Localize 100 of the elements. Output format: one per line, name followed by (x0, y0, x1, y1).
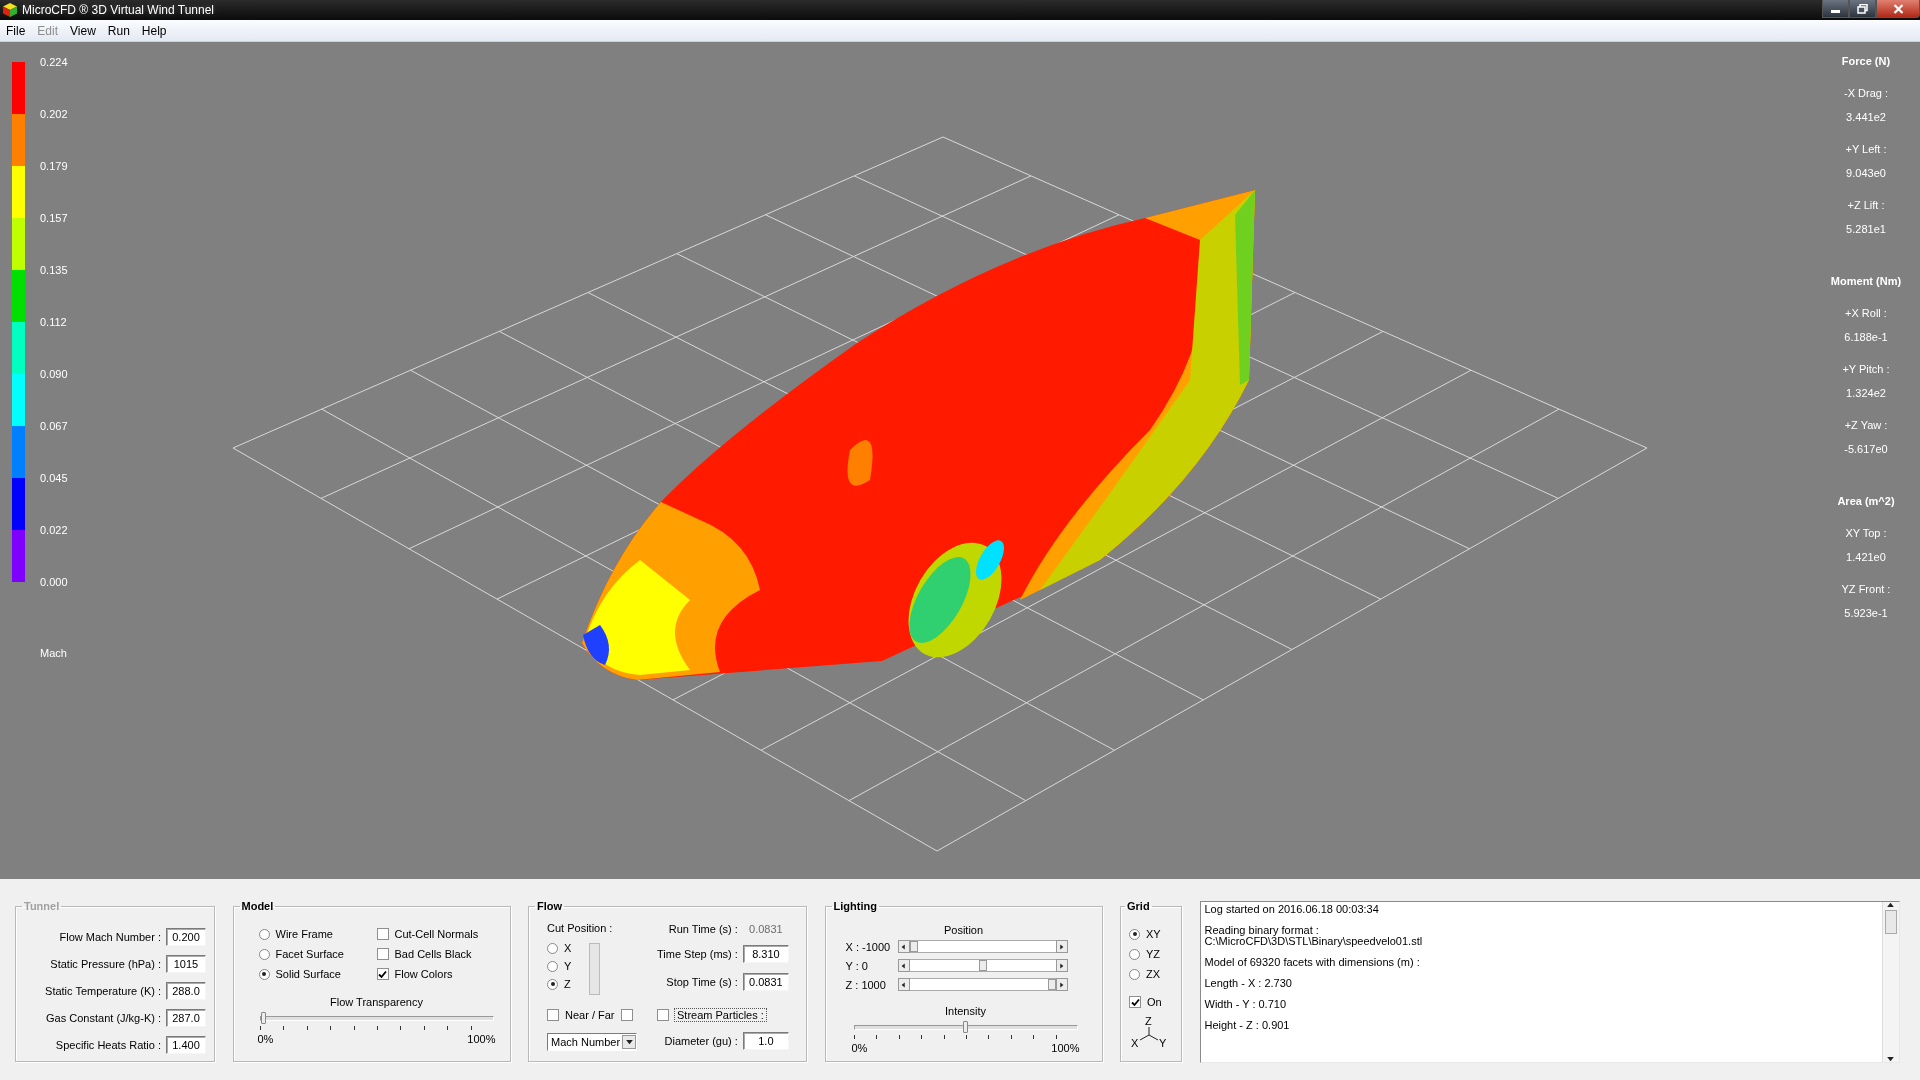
left-arrow-icon (901, 943, 906, 950)
right-arrow-icon (1059, 943, 1064, 950)
radio-indicator[interactable] (547, 942, 558, 954)
field-value: 0.0831 (748, 923, 784, 936)
result-label: +X Roll : (1845, 306, 1887, 320)
scrollbar-thumb[interactable] (1884, 910, 1897, 934)
scale-unit: Mach (40, 647, 68, 659)
radio-option[interactable]: Z (547, 976, 572, 992)
left-arrow-icon (901, 962, 906, 969)
menu-item[interactable]: View (64, 23, 102, 38)
scale-value: 0.157 (40, 211, 68, 225)
checkbox-indicator[interactable] (547, 1009, 559, 1021)
field-label: Specific Heats Ratio : (54, 1039, 161, 1051)
left-arrow-icon (901, 981, 906, 988)
checkbox-indicator[interactable] (376, 948, 389, 960)
minimize-icon (1831, 9, 1840, 13)
result-label: +Z Lift : (1847, 198, 1885, 212)
result-title: Moment (Nm) (1830, 275, 1902, 287)
radio-option[interactable]: Y (547, 958, 572, 974)
slider-min-label: 0% (257, 1033, 274, 1045)
checkbox-option[interactable]: Cut-Cell Normals (376, 926, 502, 942)
scrollbar-thumb[interactable] (909, 941, 918, 952)
result-value: 1.421e0 (1846, 550, 1886, 564)
radio-option[interactable]: X (547, 940, 572, 956)
checkbox-option[interactable]: Bad Cells Black (376, 946, 502, 962)
input-field[interactable]: 0.0831 (742, 973, 789, 992)
slider-label: Intensity (944, 1005, 987, 1017)
axis-label: Z (1145, 1016, 1152, 1027)
scale-value: 0.135 (40, 263, 68, 277)
checkbox-indicator[interactable] (376, 928, 389, 940)
result-label: -X Drag : (1844, 86, 1888, 100)
radio-indicator[interactable] (1129, 948, 1140, 960)
radio-indicator[interactable] (258, 968, 270, 980)
scrollbar-thumb[interactable] (978, 960, 987, 971)
input-field[interactable]: 1.0 (742, 1031, 789, 1050)
cut-scrollbar[interactable] (589, 943, 601, 995)
checkbox-indicator[interactable] (1129, 996, 1141, 1008)
result-title: Area (m^2) (1837, 495, 1895, 507)
scroll-left-button[interactable] (897, 978, 910, 991)
field-label: Static Pressure (hPa) : (49, 958, 161, 970)
input-field[interactable]: 8.310 (742, 945, 789, 964)
checkbox-indicator[interactable] (376, 968, 389, 980)
checkbox-option[interactable]: Near / Far (547, 1007, 615, 1023)
restore-button[interactable] (1849, 0, 1876, 18)
radio-option[interactable]: ZX (1129, 966, 1175, 982)
checkbox-label[interactable]: Stream Particles : (674, 1007, 767, 1022)
result-value: 6.188e-1 (1844, 330, 1888, 344)
radio-indicator[interactable] (1129, 968, 1140, 980)
scale-value: 0.112 (40, 315, 68, 329)
scroll-left-button[interactable] (897, 940, 910, 953)
field-label: Y : 0 (844, 959, 869, 972)
right-arrow-icon (1059, 962, 1064, 969)
scrollbar-thumb[interactable] (1047, 979, 1056, 990)
right-arrow-icon (1059, 981, 1064, 988)
field-label: X : -1000 (844, 940, 892, 953)
result-label: YZ Front : (1841, 582, 1891, 596)
group-title: Tunnel (23, 900, 61, 912)
axes-icon (1138, 1027, 1160, 1041)
menu-item[interactable]: File (0, 23, 32, 38)
radio-indicator[interactable] (547, 978, 558, 990)
log-scrollbar[interactable] (1881, 902, 1899, 1062)
quantity-dropdown[interactable]: Mach Number (547, 1033, 637, 1051)
scale-value: 0.045 (40, 471, 68, 485)
log-entry: Length - X : 2.730 (1204, 978, 1293, 989)
radio-indicator[interactable] (258, 948, 270, 960)
slider-thumb[interactable] (963, 1021, 968, 1033)
scroll-left-button[interactable] (897, 959, 910, 972)
scale-value: 0.090 (40, 367, 68, 381)
slider-max-label: 100% (467, 1033, 496, 1045)
radio-option[interactable]: XY (1129, 926, 1175, 942)
field-label: Gas Constant (J/kg-K) : (45, 1012, 161, 1024)
result-value: 5.923e-1 (1844, 606, 1888, 620)
radio-indicator[interactable] (258, 928, 270, 940)
slider-max-label: 100% (1051, 1042, 1080, 1054)
radio-indicator[interactable] (1129, 928, 1140, 940)
radio-option[interactable]: YZ (1129, 946, 1175, 962)
checkbox-option[interactable]: On (1129, 994, 1175, 1010)
group-title: Grid (1126, 900, 1151, 912)
checkbox-option[interactable]: Flow Colors (376, 966, 502, 982)
group-title: Model (240, 900, 275, 912)
group-title: Lighting (832, 900, 878, 912)
checkbox[interactable] (620, 1009, 633, 1021)
field-label: Run Time (s) : (667, 923, 738, 936)
field-label: Z : 1000 (844, 978, 887, 991)
slider-label: Flow Transparency (329, 996, 424, 1008)
checkbox[interactable] (657, 1008, 669, 1021)
field-label: Cut Position : (547, 922, 614, 934)
radio-option[interactable]: Facet Surface (258, 946, 377, 962)
radio-option[interactable]: Solid Surface (258, 966, 377, 982)
menu-item[interactable]: Help (135, 23, 173, 38)
down-arrow-icon (625, 1039, 633, 1045)
minimize-button[interactable] (1822, 0, 1849, 18)
3d-viewport[interactable] (0, 42, 1920, 879)
close-button[interactable] (1876, 0, 1920, 18)
result-label: XY Top : (1845, 526, 1887, 540)
radio-option[interactable]: Wire Frame (258, 926, 377, 942)
menu-item[interactable]: Run (101, 23, 136, 38)
slider-thumb[interactable] (260, 1012, 266, 1024)
scale-value: 0.022 (40, 523, 68, 537)
radio-indicator[interactable] (547, 960, 558, 972)
